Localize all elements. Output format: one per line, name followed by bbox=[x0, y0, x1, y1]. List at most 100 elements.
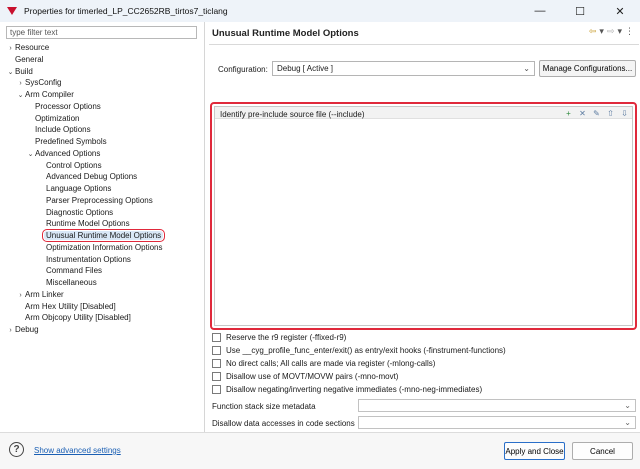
tree-item-label: Optimization bbox=[35, 113, 80, 123]
tree-item[interactable]: General bbox=[0, 54, 204, 66]
disallow-data-access-select[interactable]: ⌄ bbox=[358, 416, 636, 429]
option-checkbox[interactable] bbox=[212, 385, 221, 394]
title-divider bbox=[209, 44, 639, 45]
chevron-down-icon: ⌄ bbox=[624, 418, 631, 427]
maximize-button[interactable]: ☐ bbox=[560, 0, 600, 22]
tree-item-label: Runtime Model Options bbox=[46, 219, 130, 229]
tree-item-label: Advanced Options bbox=[35, 148, 101, 158]
cancel-button[interactable]: Cancel bbox=[572, 442, 633, 460]
tree-item-label: Optimization Information Options bbox=[46, 242, 163, 252]
tree-item[interactable]: ⌄ Build bbox=[0, 66, 204, 78]
tree-item-label: Command Files bbox=[46, 266, 103, 276]
tree-item[interactable]: Processor Options bbox=[0, 101, 204, 113]
tree-item[interactable]: › SysConfig bbox=[0, 77, 204, 89]
tree-item[interactable]: Parser Preprocessing Options bbox=[0, 195, 204, 207]
option-label: Use __cyg_profile_func_enter/exit() as e… bbox=[226, 346, 506, 355]
minimize-button[interactable]: — bbox=[520, 0, 560, 22]
tree-item[interactable]: Advanced Debug Options bbox=[0, 171, 204, 183]
tree-item-label: Resource bbox=[15, 43, 50, 52]
configuration-select[interactable]: Debug [ Active ] ⌄ bbox=[272, 61, 535, 76]
option-row: Use __cyg_profile_func_enter/exit() as e… bbox=[212, 344, 506, 357]
tree-item-label: Build bbox=[15, 66, 33, 76]
forward-menu-icon[interactable]: ▾ bbox=[617, 26, 622, 37]
right-panel: Unusual Runtime Model Options ⇦ ▾ ⇨ ▾ ⋮ … bbox=[204, 22, 640, 432]
edit-icon[interactable]: ✎ bbox=[591, 108, 602, 119]
function-stack-size-label: Function stack size metadata bbox=[212, 402, 316, 411]
tree-item[interactable]: Optimization Information Options bbox=[0, 242, 204, 254]
tree-item[interactable]: › Debug bbox=[0, 324, 204, 336]
option-row: Disallow use of MOVT/MOVW pairs (-mno-mo… bbox=[212, 370, 506, 383]
tree-item[interactable]: Instrumentation Options bbox=[0, 254, 204, 266]
tree-item[interactable]: Runtime Model Options bbox=[0, 218, 204, 230]
forward-arrow-icon[interactable]: ⇨ bbox=[607, 26, 615, 37]
tree-item-label: Parser Preprocessing Options bbox=[46, 195, 153, 205]
apply-and-close-button[interactable]: Apply and Close bbox=[504, 442, 565, 460]
tree-item-label: Unusual Runtime Model Options bbox=[41, 229, 166, 242]
option-checkbox[interactable] bbox=[212, 372, 221, 381]
option-checkboxes: Reserve the r9 register (-ffixed-r9) Use … bbox=[212, 331, 506, 396]
include-list-label: Identify pre-include source file (--incl… bbox=[220, 110, 365, 119]
more-icon[interactable]: ⋮ bbox=[625, 26, 634, 37]
tree-item[interactable]: ⌄ Arm Compiler bbox=[0, 89, 204, 101]
tree-item[interactable]: ⌄ Advanced Options bbox=[0, 148, 204, 160]
help-icon[interactable]: ? bbox=[9, 442, 24, 457]
option-row: Reserve the r9 register (-ffixed-r9) bbox=[212, 331, 506, 344]
tree-item-label: Debug bbox=[15, 325, 39, 334]
option-checkbox[interactable] bbox=[212, 359, 221, 368]
tree-item[interactable]: Command Files bbox=[0, 265, 204, 277]
tree-item-label: Arm Linker bbox=[25, 289, 64, 299]
window-controls: — ☐ ✕ bbox=[520, 0, 640, 22]
tree-item[interactable]: Predefined Symbols bbox=[0, 136, 204, 148]
tree-item-label: SysConfig bbox=[25, 78, 62, 88]
tree-item[interactable]: Diagnostic Options bbox=[0, 207, 204, 219]
app-logo-icon bbox=[6, 5, 18, 17]
title-bar: Properties for timerled_LP_CC2652RB_tirt… bbox=[0, 0, 640, 22]
tree-item[interactable]: Include Options bbox=[0, 124, 204, 136]
configuration-value: Debug [ Active ] bbox=[277, 64, 334, 73]
tree-item[interactable]: Miscellaneous bbox=[0, 277, 204, 289]
tree-item-label: General bbox=[15, 54, 44, 64]
tree-item[interactable]: › Arm Linker bbox=[0, 289, 204, 301]
tree-item[interactable]: Control Options bbox=[0, 160, 204, 172]
include-list-toolbar: + ✕ ✎ ⇧ ⇩ bbox=[563, 108, 630, 119]
include-list-header: Identify pre-include source file (--incl… bbox=[215, 107, 632, 119]
configuration-label: Configuration: bbox=[218, 65, 268, 74]
option-label: Disallow use of MOVT/MOVW pairs (-mno-mo… bbox=[226, 372, 399, 381]
tree-item-label: Arm Compiler bbox=[25, 90, 74, 99]
tree-item-label: Diagnostic Options bbox=[46, 207, 114, 217]
include-list[interactable]: Identify pre-include source file (--incl… bbox=[214, 106, 633, 326]
tree-item-label: Processor Options bbox=[35, 101, 101, 111]
show-advanced-settings-link[interactable]: Show advanced settings bbox=[34, 446, 121, 455]
property-tree: › Resource General ⌄ Build › SysConfig ⌄ Arm Com… bbox=[0, 42, 204, 336]
back-menu-icon[interactable]: ▾ bbox=[599, 26, 604, 37]
option-row: No direct calls; All calls are made via … bbox=[212, 357, 506, 370]
option-checkbox[interactable] bbox=[212, 346, 221, 355]
tree-item[interactable]: Arm Hex Utility [Disabled] bbox=[0, 301, 204, 313]
disallow-data-access-label: Disallow data accesses in code sections bbox=[212, 419, 355, 428]
back-arrow-icon[interactable]: ⇦ bbox=[589, 26, 597, 37]
tree-item[interactable]: Arm Objcopy Utility [Disabled] bbox=[0, 312, 204, 324]
move-up-icon[interactable]: ⇧ bbox=[605, 108, 616, 119]
tree-item-label: Miscellaneous bbox=[46, 278, 97, 287]
tree-item[interactable]: › Resource bbox=[0, 42, 204, 54]
chevron-down-icon: ⌄ bbox=[523, 64, 530, 73]
chevron-right-icon[interactable]: › bbox=[6, 325, 15, 337]
delete-icon[interactable]: ✕ bbox=[577, 108, 588, 119]
close-button[interactable]: ✕ bbox=[600, 0, 640, 22]
filter-input[interactable] bbox=[6, 26, 197, 39]
page-title: Unusual Runtime Model Options bbox=[212, 28, 359, 39]
tree-item-label: Advanced Debug Options bbox=[46, 172, 138, 182]
tree-item[interactable]: Language Options bbox=[0, 183, 204, 195]
manage-configurations-button[interactable]: Manage Configurations... bbox=[539, 60, 636, 77]
tree-item-label: Arm Objcopy Utility [Disabled] bbox=[25, 313, 131, 323]
move-down-icon[interactable]: ⇩ bbox=[619, 108, 630, 119]
option-label: No direct calls; All calls are made via … bbox=[226, 359, 436, 368]
function-stack-size-select[interactable]: ⌄ bbox=[358, 399, 636, 412]
tree-item[interactable]: Unusual Runtime Model Options bbox=[0, 229, 204, 242]
option-checkbox[interactable] bbox=[212, 333, 221, 342]
tree-item[interactable]: Optimization bbox=[0, 113, 204, 125]
tree-item-label: Instrumentation Options bbox=[46, 254, 131, 264]
option-row: Disallow negating/inverting negative imm… bbox=[212, 383, 506, 396]
tree-item-label: Control Options bbox=[46, 160, 102, 170]
add-icon[interactable]: + bbox=[563, 108, 574, 119]
